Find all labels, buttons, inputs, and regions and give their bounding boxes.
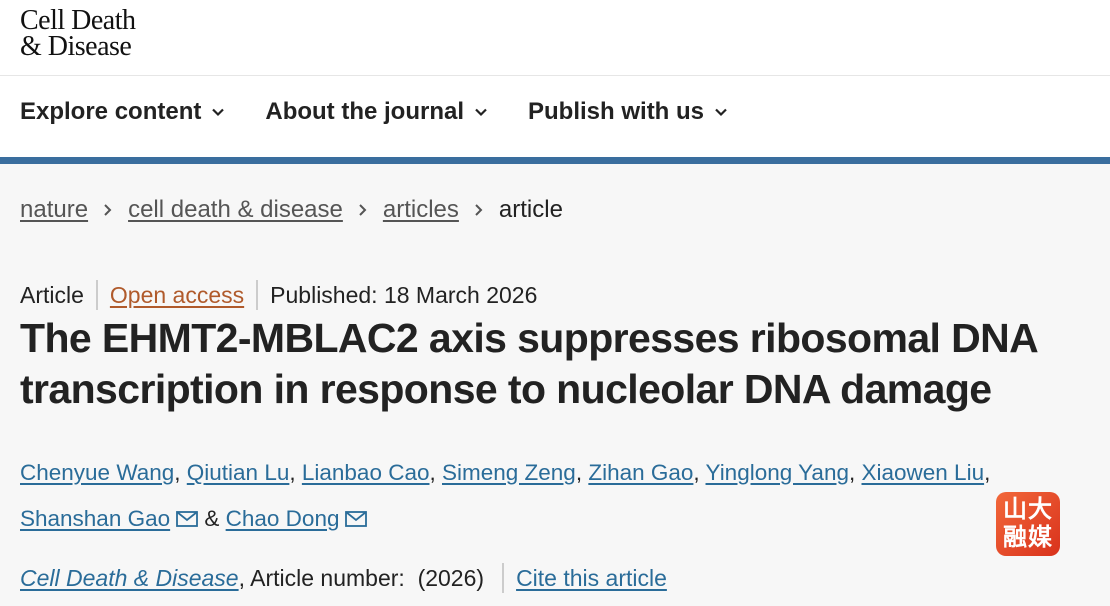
article-number: , Article number: (2026) (238, 564, 485, 591)
author-link[interactable]: Yinglong Yang (706, 460, 849, 485)
chevron-down-icon (212, 108, 225, 117)
logo-line-2: & Disease (20, 31, 132, 62)
author-link[interactable]: Chenyue Wang (20, 460, 174, 485)
journal-logo[interactable]: Cell Death & Disease (20, 7, 136, 62)
chevron-right-icon (475, 204, 483, 216)
article-title: The EHMT2-MBLAC2 axis suppresses ribosom… (20, 315, 1037, 412)
breadcrumb: nature cell death & disease articles art… (20, 196, 563, 224)
meta-divider (95, 280, 98, 310)
nav-label: About the journal (265, 98, 465, 125)
journal-link[interactable]: Cell Death & Disease (20, 565, 239, 592)
mail-icon[interactable] (176, 511, 199, 527)
citation-line: Cell Death & Disease, Article number: (2… (20, 563, 667, 593)
mail-icon[interactable] (345, 511, 368, 527)
article-type: Article (20, 281, 84, 308)
meta-divider (256, 280, 259, 310)
published-date: Published: 18 March 2026 (270, 281, 538, 308)
badge-line-1: 山大 (1003, 496, 1053, 523)
nav-accent-bar (0, 157, 1110, 164)
nav-explore-content[interactable]: Explore content (20, 98, 225, 126)
main-nav: Explore content About the journal Publis… (20, 98, 728, 126)
author-link[interactable]: Xiaowen Liu (862, 460, 985, 485)
nav-label: Explore content (20, 98, 202, 125)
nav-about-journal[interactable]: About the journal (265, 98, 488, 126)
author-list: Chenyue Wang, Qiutian Lu, Lianbao Cao, S… (20, 460, 991, 531)
cite-divider (502, 563, 505, 593)
author-link[interactable]: Shanshan Gao (20, 506, 170, 531)
chevron-down-icon (475, 108, 487, 117)
author-link[interactable]: Lianbao Cao (302, 460, 430, 485)
header-divider (0, 75, 1110, 76)
open-access-link[interactable]: Open access (110, 282, 244, 309)
author-link[interactable]: Zihan Gao (588, 460, 693, 485)
author-link[interactable]: Simeng Zeng (442, 460, 576, 485)
breadcrumb-nature[interactable]: nature (20, 196, 88, 224)
cite-article-link[interactable]: Cite this article (516, 565, 667, 592)
author-link[interactable]: Chao Dong (226, 506, 340, 531)
nav-label: Publish with us (528, 98, 705, 125)
author-link[interactable]: Qiutian Lu (187, 460, 290, 485)
chevron-right-icon (359, 204, 367, 216)
chevron-right-icon (104, 204, 112, 216)
badge-line-2: 融媒 (1003, 524, 1053, 551)
media-watermark-badge: 山大 融媒 (996, 492, 1060, 556)
breadcrumb-current: article (498, 196, 563, 223)
breadcrumb-articles[interactable]: articles (383, 196, 459, 224)
breadcrumb-cell-death-disease[interactable]: cell death & disease (128, 196, 343, 224)
article-meta: Article Open access Published: 18 March … (20, 280, 537, 310)
nav-publish-with-us[interactable]: Publish with us (528, 98, 728, 126)
chevron-down-icon (715, 108, 727, 117)
